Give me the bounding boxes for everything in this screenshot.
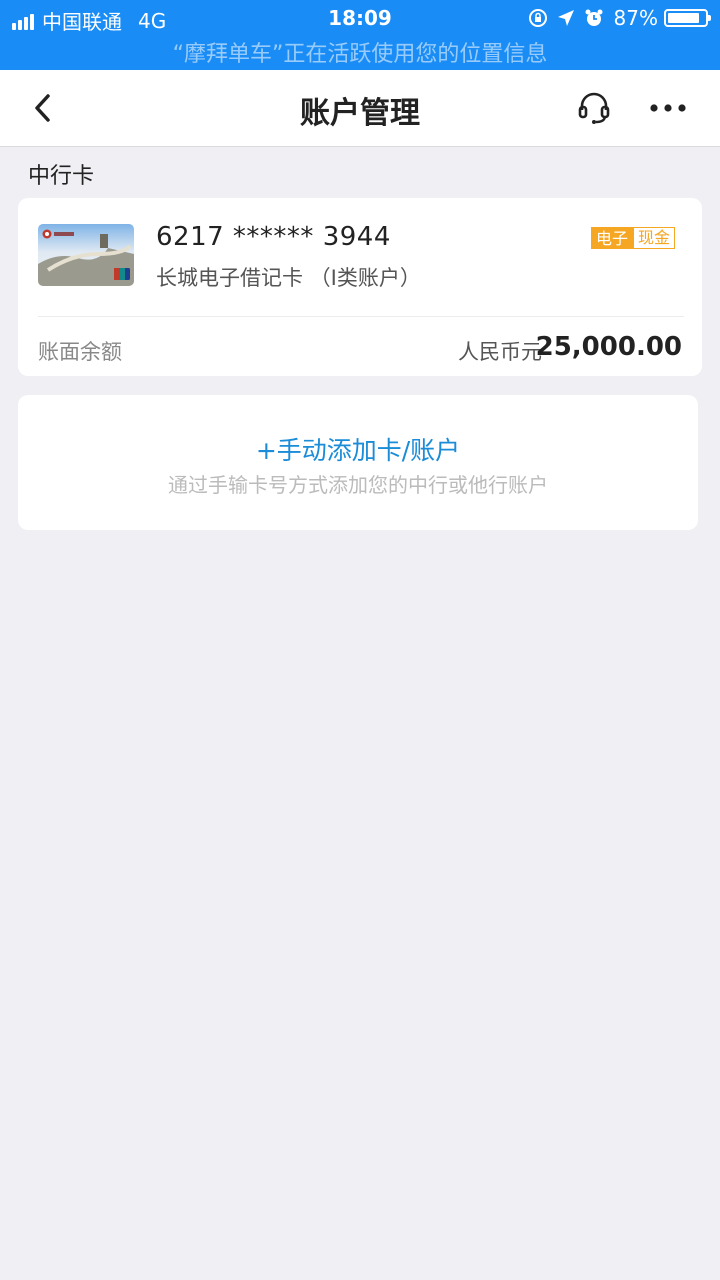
location-usage-banner[interactable]: “摩拜单车”正在活跃使用您的位置信息 [0, 36, 720, 68]
more-icon[interactable] [648, 98, 688, 118]
currency-label: 人民币元 [458, 340, 542, 364]
add-account-title: +手动添加卡/账户 [255, 436, 461, 465]
card-number: 6217 ****** 3944 [156, 222, 391, 252]
nav-bar: 账户管理 [0, 70, 720, 147]
section-title: 中行卡 [28, 164, 95, 189]
balance-label: 账面余额 [38, 340, 122, 364]
status-bar: 中国联通 4G 18:09 87% “摩拜单车”正在活跃使用您的位置信息 [0, 0, 720, 70]
page-title: 账户管理 [300, 96, 420, 131]
card-type: 长城电子借记卡 （I类账户） [156, 266, 421, 290]
headset-icon[interactable] [576, 90, 612, 126]
card-divider [38, 316, 684, 317]
e-cash-badge-right: 现金 [633, 227, 676, 249]
e-cash-badge-left: 电子 [591, 227, 634, 249]
card-image [38, 224, 134, 286]
balance-value: 25,000.00 [535, 332, 682, 362]
location-arrow-icon [557, 10, 574, 26]
battery-icon [664, 9, 711, 27]
add-account-button[interactable]: +手动添加卡/账户 通过手输卡号方式添加您的中行或他行账户 [18, 395, 698, 530]
e-cash-badge: 电子 现金 [591, 227, 676, 249]
battery-percent: 87% [613, 6, 658, 30]
alarm-icon [585, 9, 603, 26]
bank-card[interactable]: 6217 ****** 3944 长城电子借记卡 （I类账户） 电子 现金 账面… [18, 198, 702, 376]
add-account-subtitle: 通过手输卡号方式添加您的中行或他行账户 [168, 473, 548, 497]
rotation-lock-icon [528, 9, 547, 27]
